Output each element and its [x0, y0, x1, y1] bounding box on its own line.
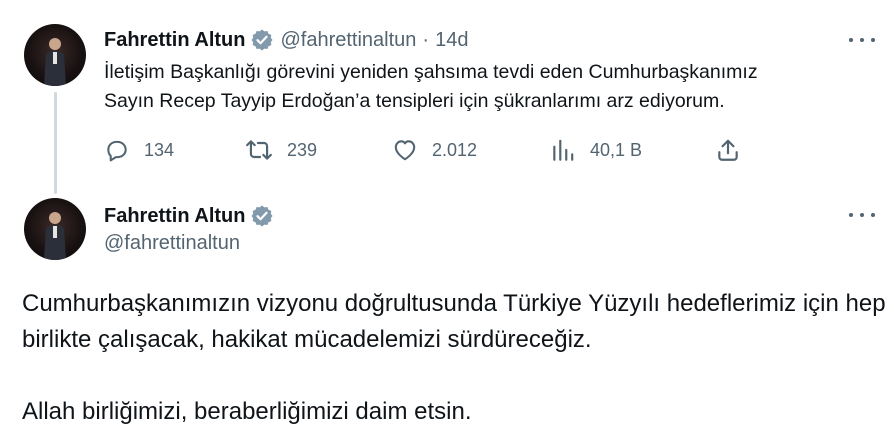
avatar[interactable]	[24, 24, 86, 86]
author-handle[interactable]: @fahrettinaltun	[104, 232, 240, 255]
views-button[interactable]: 40,1 B	[550, 134, 642, 166]
avatar[interactable]	[24, 198, 86, 260]
share-button[interactable]	[715, 134, 755, 166]
reply-button[interactable]: 134	[104, 134, 174, 166]
tweet-header: Fahrettin Altun @fahrettinaltun · 14d	[104, 28, 468, 52]
author-name[interactable]: Fahrettin Altun	[104, 29, 245, 52]
author-handle[interactable]: @fahrettinaltun	[280, 29, 416, 52]
more-icon[interactable]	[849, 210, 875, 220]
tweet-text: İletişim Başkanlığı görevini yeniden şah…	[104, 61, 758, 112]
tweet-text: Cumhurbaşkanımızın vizyonu doğrultusunda…	[22, 286, 888, 430]
tweet-paragraph: Cumhurbaşkanımızın vizyonu doğrultusunda…	[22, 290, 886, 353]
share-icon	[718, 139, 738, 161]
tweet-header: Fahrettin Altun	[104, 204, 280, 228]
verified-badge-icon[interactable]	[250, 204, 274, 228]
tweet-time[interactable]: 14d	[435, 29, 468, 52]
like-icon	[394, 140, 416, 161]
view-count: 40,1 B	[590, 139, 643, 160]
views-icon	[553, 139, 574, 161]
thread-line	[54, 92, 57, 194]
repost-icon	[246, 140, 272, 160]
author-name[interactable]: Fahrettin Altun	[104, 205, 245, 228]
repost-count: 239	[287, 139, 318, 160]
verified-badge-icon[interactable]	[250, 28, 274, 52]
like-button[interactable]: 2.012	[392, 134, 477, 166]
more-icon[interactable]	[849, 35, 875, 45]
repost-button[interactable]: 239	[245, 134, 317, 166]
separator-dot: ·	[422, 28, 430, 51]
reply-count: 134	[144, 139, 175, 160]
like-count: 2.012	[432, 139, 478, 160]
tweet-paragraph: Allah birliğimizi, beraberliğimizi daim …	[22, 398, 472, 425]
tweet-actions: 134 239 2.012 40,1 B	[104, 134, 864, 166]
reply-icon	[107, 140, 127, 162]
